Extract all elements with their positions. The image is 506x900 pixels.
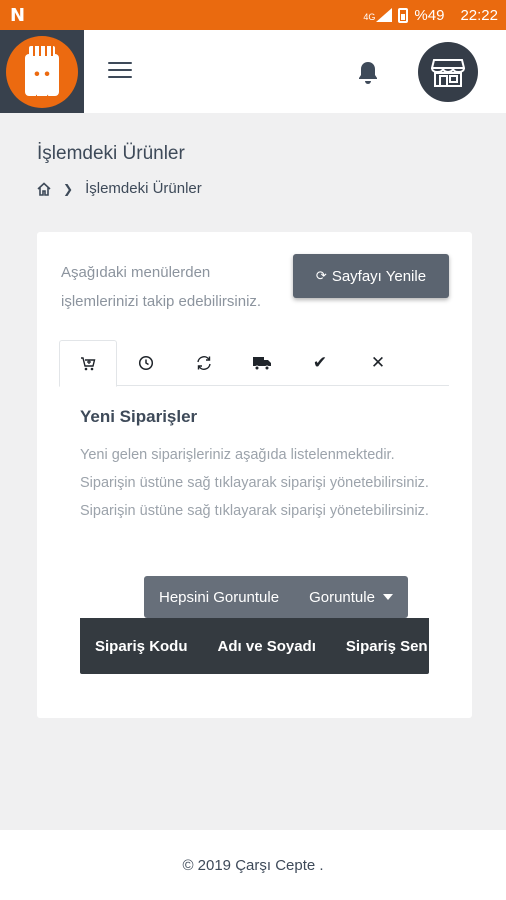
chevron-right-icon: ❯ <box>63 181 74 196</box>
view-dropdown-button[interactable]: Goruntule <box>294 576 408 618</box>
clock-icon <box>138 355 154 371</box>
view-dropdown-label: Goruntule <box>309 588 375 606</box>
network-type: 4G <box>363 12 376 22</box>
status-bar: N 4G %49 22:22 <box>0 0 506 30</box>
close-icon: ✕ <box>370 353 386 372</box>
storefront-icon[interactable] <box>418 42 478 102</box>
carsi-cepte-logo-icon[interactable]: • • ◡ <box>0 30 84 113</box>
column-header-order-sender[interactable]: Sipariş Sen <box>331 638 429 655</box>
copyright-text: © 2019 Çarşı Cepte . <box>182 856 324 874</box>
breadcrumb-current: İşlemdeki Ürünler <box>85 180 202 197</box>
refresh-page-button[interactable]: ⟳ Sayfayı Yenile <box>293 254 449 298</box>
orders-card: Aşağıdaki menülerden işlemlerinizi takip… <box>37 232 472 718</box>
table-header-row: Sipariş Kodu Adı ve Soyadı Sipariş Sen <box>80 618 429 674</box>
breadcrumb: ❯ İşlemdeki Ürünler <box>37 180 202 197</box>
table-actions: Hepsini Goruntule Goruntule <box>144 576 408 618</box>
signal-icon <box>376 8 393 22</box>
page-title: İşlemdeki Ürünler <box>37 143 185 164</box>
app-header: • • ◡ <box>0 30 506 113</box>
battery-level: %49 <box>414 6 445 24</box>
tab-processing[interactable] <box>175 340 233 386</box>
network-indicator: 4G <box>363 8 393 22</box>
orders-table[interactable]: Sipariş Kodu Adı ve Soyadı Sipariş Sen <box>80 618 429 674</box>
intro-text: Aşağıdaki menülerden işlemlerinizi takip… <box>61 264 262 310</box>
tab-completed[interactable]: ✔ <box>291 340 349 386</box>
view-all-button[interactable]: Hepsini Goruntule <box>144 576 294 618</box>
section-title: Yeni Siparişler <box>80 407 198 426</box>
column-header-full-name[interactable]: Adı ve Soyadı <box>203 638 331 655</box>
sync-icon <box>197 356 211 370</box>
cart-icon <box>81 356 96 370</box>
section-description: Yeni gelen siparişleriniz aşağıda listel… <box>80 447 429 519</box>
refresh-icon: ⟳ <box>315 268 327 283</box>
truck-icon <box>253 357 271 371</box>
tab-shipping[interactable] <box>233 340 291 386</box>
tab-pending[interactable] <box>117 340 175 386</box>
refresh-label: Sayfayı Yenile <box>331 267 427 285</box>
footer: © 2019 Çarşı Cepte . <box>0 830 506 900</box>
hamburger-icon[interactable] <box>108 60 132 80</box>
home-icon[interactable] <box>37 181 51 196</box>
clock-time: 22:22 <box>460 6 498 24</box>
tab-cancelled[interactable]: ✕ <box>349 340 407 386</box>
column-header-order-code[interactable]: Sipariş Kodu <box>80 638 203 655</box>
app-notification-icon: N <box>10 4 26 26</box>
check-icon: ✔ <box>312 353 328 372</box>
tab-new-orders[interactable] <box>59 340 117 387</box>
caret-down-icon <box>382 594 393 600</box>
bell-icon[interactable] <box>356 60 380 86</box>
battery-icon <box>398 7 409 23</box>
order-status-tabs: ✔ ✕ <box>59 340 449 387</box>
